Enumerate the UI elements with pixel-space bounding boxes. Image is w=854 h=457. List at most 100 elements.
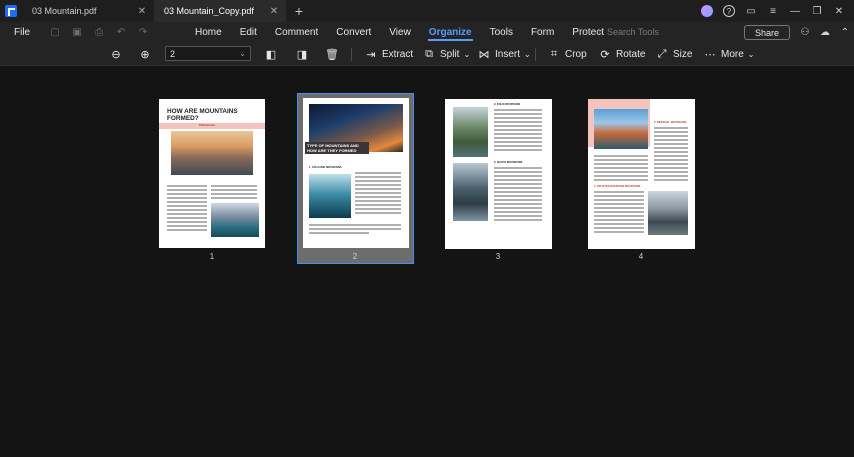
size-label: Size xyxy=(673,48,693,60)
resize-icon: ⤢ xyxy=(657,47,667,60)
insert-button[interactable]: ⋈ Insert ⌄ xyxy=(477,45,531,63)
page-thumbnail-3[interactable]: 2. FOLD MOUNTAINS 3. BLOCK MOUNTAINS xyxy=(445,99,552,249)
page-number-4: 4 xyxy=(638,252,644,261)
page-thumbnail-4[interactable]: 5. RESIDUAL MOUNTAINS 4. UPLIFTED MOUNTA… xyxy=(588,99,695,249)
extract-icon: ⇥ xyxy=(366,48,376,61)
tab-title: 03 Mountain_Copy.pdf xyxy=(164,6,254,16)
chevron-down-icon: ⌄ xyxy=(463,49,471,59)
main-menu: Home Edit Comment Convert View Organize … xyxy=(186,22,613,42)
fold-mountain-image xyxy=(453,107,488,157)
page-4-section-2: 4. UPLIFTED MOUNTAIN MOUNTAINS xyxy=(594,185,641,188)
search-tools[interactable]: ⌕ Search Tools xyxy=(598,26,659,38)
rotate-label: Rotate xyxy=(616,48,646,60)
menu-form[interactable]: Form xyxy=(522,22,563,42)
menu-home[interactable]: Home xyxy=(186,22,231,42)
page-4-section-1: 5. RESIDUAL MOUNTAINS xyxy=(654,121,687,124)
title-bar: 03 Mountain.pdf ✕ 03 Mountain_Copy.pdf ✕… xyxy=(0,0,854,22)
zoom-out-icon: ⊖ xyxy=(111,48,121,61)
rotate-right-icon: ◨ xyxy=(296,48,308,61)
rotate-right-button[interactable]: ◨ xyxy=(295,45,309,63)
lake-image xyxy=(211,203,259,237)
tab-03-mountain[interactable]: 03 Mountain.pdf ✕ xyxy=(22,0,154,22)
organize-toolbar: ⊖ ⊕ 2 ⌄ ◧ ◨ 🗑 ⇥ Extract ⧉ Split ⌄ ⋈ Inse… xyxy=(0,42,854,66)
cloud-upload-icon[interactable]: ☁ xyxy=(816,24,834,40)
more-icon: ⋯ xyxy=(704,48,716,61)
menu-view[interactable]: View xyxy=(380,22,420,42)
page-number-1: 1 xyxy=(209,252,215,261)
page-1-title: HOW ARE MOUNTAINS FORMED? xyxy=(167,108,238,122)
menu-icon[interactable]: ≡ xyxy=(762,0,784,22)
extract-button[interactable]: ⇥ Extract xyxy=(364,45,413,63)
page-3-section-1: 2. FOLD MOUNTAINS xyxy=(494,103,521,106)
uplifted-mountain-image xyxy=(648,191,688,235)
avatar[interactable] xyxy=(696,0,718,22)
extract-label: Extract xyxy=(382,48,414,60)
print-icon[interactable]: ⎙ xyxy=(92,25,106,39)
search-tools-placeholder: Search Tools xyxy=(607,27,659,37)
close-icon[interactable]: ✕ xyxy=(268,6,280,17)
search-icon: ⌕ xyxy=(598,26,604,37)
tab-title: 03 Mountain.pdf xyxy=(32,6,97,16)
new-tab-icon[interactable]: + xyxy=(286,0,312,22)
insert-icon: ⋈ xyxy=(478,48,490,61)
close-window-icon[interactable]: ✕ xyxy=(828,0,850,22)
size-button[interactable]: ⤢ Size xyxy=(655,45,693,63)
split-icon: ⧉ xyxy=(425,47,433,60)
divider xyxy=(535,48,536,61)
chevron-down-icon: ⌄ xyxy=(524,49,531,59)
chevron-down-icon: ⌄ xyxy=(747,49,755,59)
undo-icon[interactable]: ↶ xyxy=(114,25,128,39)
menu-tools[interactable]: Tools xyxy=(481,22,522,42)
trash-icon: 🗑 xyxy=(325,48,339,61)
page-thumbnail-1[interactable]: HOW ARE MOUNTAINS FORMED? PDFelement xyxy=(159,99,265,248)
more-label: More xyxy=(721,48,744,60)
zoom-in-button[interactable]: ⊕ xyxy=(138,45,152,63)
tab-03-mountain-copy[interactable]: 03 Mountain_Copy.pdf ✕ xyxy=(154,0,286,22)
rotate-left-icon: ◧ xyxy=(265,48,277,61)
menu-edit[interactable]: Edit xyxy=(231,22,266,42)
help-icon[interactable]: ? xyxy=(718,0,740,22)
collapse-icon[interactable]: ⌃ xyxy=(836,24,854,40)
page-thumbnail-2[interactable]: TYPE OF MOUNTAINS AND HOW ARE THEY FORME… xyxy=(303,98,409,248)
redo-icon[interactable]: ↷ xyxy=(136,25,150,39)
residual-mountain-image xyxy=(594,109,648,149)
crop-label: Crop xyxy=(565,48,587,60)
page-select-value: 2 xyxy=(170,48,176,59)
menu-comment[interactable]: Comment xyxy=(266,22,327,42)
pdfelement-logo-icon xyxy=(5,5,17,17)
insert-label: Insert xyxy=(495,48,521,60)
split-label: Split xyxy=(440,48,460,60)
new-file-icon[interactable]: ▢ xyxy=(48,25,62,39)
split-button[interactable]: ⧉ Split ⌄ xyxy=(422,45,470,63)
rotate-button[interactable]: ⟳ Rotate xyxy=(598,45,645,63)
delete-button[interactable]: 🗑 xyxy=(325,45,339,63)
share-button[interactable]: Share xyxy=(744,25,790,40)
more-button[interactable]: ⋯ More ⌄ xyxy=(703,45,755,63)
file-menu[interactable]: File xyxy=(0,27,44,38)
page-2-heading: TYPE OF MOUNTAINS AND HOW ARE THEY FORME… xyxy=(305,142,369,154)
app-logo xyxy=(0,0,22,22)
quick-access: ▢ ▣ ⎙ ↶ ↷ xyxy=(44,25,150,39)
minimize-icon[interactable]: — xyxy=(784,0,806,22)
menu-organize[interactable]: Organize xyxy=(420,22,481,42)
divider xyxy=(351,48,352,61)
page-3-section-2: 3. BLOCK MOUNTAINS xyxy=(494,161,523,164)
crop-button[interactable]: ⌗ Crop xyxy=(547,45,587,63)
menu-bar: File ▢ ▣ ⎙ ↶ ↷ Home Edit Comment Convert… xyxy=(0,22,854,42)
save-icon[interactable]: ▣ xyxy=(70,25,84,39)
rotate-icon: ⟳ xyxy=(600,48,610,61)
zoom-out-button[interactable]: ⊖ xyxy=(109,45,123,63)
menu-convert[interactable]: Convert xyxy=(327,22,380,42)
feedback-icon[interactable]: ▭ xyxy=(740,0,762,22)
people-icon[interactable]: ⚇ xyxy=(796,24,814,40)
block-mountain-image xyxy=(453,163,488,221)
close-icon[interactable]: ✕ xyxy=(136,6,148,17)
restore-icon[interactable]: ❐ xyxy=(806,0,828,22)
page-select[interactable]: 2 ⌄ xyxy=(165,46,251,61)
page-thumbnails-area: HOW ARE MOUNTAINS FORMED? PDFelement 1 T… xyxy=(0,67,854,457)
rotate-left-button[interactable]: ◧ xyxy=(264,45,278,63)
page-1-subtitle: PDFelement xyxy=(199,123,216,127)
page-number-3: 3 xyxy=(495,252,501,261)
zoom-in-icon: ⊕ xyxy=(140,48,150,61)
crop-icon: ⌗ xyxy=(550,47,558,60)
